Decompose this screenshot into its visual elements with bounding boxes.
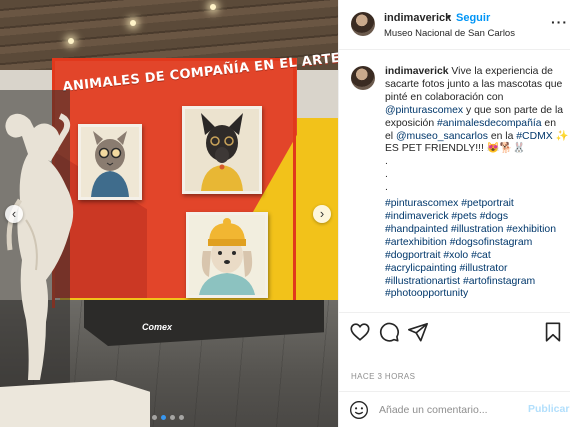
painting-dog-beanie [186,212,268,298]
marble-statue [5,113,74,380]
avatar[interactable] [351,12,375,36]
post-header: indimaverick • Seguir Museo Nacional de … [339,0,570,50]
carousel-next-button[interactable]: › [313,205,331,223]
carousel-dot [179,415,184,420]
sparkle-emoji: ✨ [552,130,569,142]
share-button[interactable] [407,321,429,343]
username-link[interactable]: indimaverick [384,12,451,24]
follow-button[interactable]: Seguir [456,12,490,24]
statue-pedestal [0,380,150,427]
ceiling-light [210,4,216,10]
comment-form: Publicar [339,391,570,427]
comment-button[interactable] [378,321,400,343]
ceiling-light [68,38,74,44]
chevron-right-icon: › [319,206,325,221]
more-options-icon[interactable]: ··· [551,14,568,30]
hashtag-line[interactable]: #pinturascomex #petportrait [385,198,567,211]
location-link[interactable]: Museo Nacional de San Carlos [384,28,515,39]
hashtag-line[interactable]: #indimaverick #pets #dogs [385,211,567,224]
post-photo[interactable]: ANIMALES DE COMPAÑÍA EN EL ARTE Comex ‹ … [0,0,338,427]
caption-line: pinté en colaboración con [385,91,504,103]
action-bar [339,312,570,348]
caption-area: indimaverick Vive la experiencia de saca… [339,58,570,308]
mention-link[interactable]: @museo_sancarlos [396,131,488,142]
heart-icon [350,323,370,341]
publish-button[interactable]: Publicar [528,403,569,415]
caption-username[interactable]: indimaverick [385,66,449,77]
carousel-dot-active [161,415,166,420]
caption-dot: . [385,156,388,168]
caption-line: ES PET FRIENDLY!!! 😻🐕🐰 [385,143,526,155]
caption-text-span: en [541,117,556,129]
caption-text-span: el [385,130,396,142]
painting-xolo [182,106,262,194]
sponsor-logo: Comex [142,322,173,332]
separator-dot: • [447,11,451,23]
caption-line: sacarte fotos junto a las mascotas que [385,78,563,90]
hashtag-link[interactable]: #animalesdecompañía [437,118,542,129]
carousel-dots [152,415,184,420]
share-icon [408,322,428,342]
hashtag-line[interactable]: #handpainted #illustration #exhibition [385,224,567,237]
hashtag-line[interactable]: #acrylicpainting #illustrator [385,263,567,276]
hashtag-line[interactable]: #photoopportunity [385,288,567,301]
comment-input[interactable] [379,402,519,418]
hashtag-line[interactable]: #artexhibition #dogsofinstagram [385,237,567,250]
chevron-left-icon: ‹ [11,206,17,221]
caption-text-span: Vive la experiencia de [448,66,553,77]
hashtag-line[interactable]: #dogportrait #xolo #cat [385,250,567,263]
caption-dot: . [385,182,388,194]
emoji-icon[interactable] [349,400,369,420]
caption-avatar[interactable] [351,66,375,90]
caption-line: indimaverick Vive la experiencia de [385,66,567,79]
caption-dot: . [385,169,388,181]
caption-text: indimaverick Vive la experiencia de saca… [385,66,569,301]
hashtag-link[interactable]: #CDMX [516,131,552,142]
caption-line: exposición #animalesdecompañía en [385,118,567,131]
caption-text-span: exposición [385,117,437,129]
post-side-panel: indimaverick • Seguir Museo Nacional de … [338,0,570,427]
frame-right [293,58,296,333]
caption-line: el @museo_sancarlos en la #CDMX ✨ [385,130,569,144]
carousel-dot [152,415,157,420]
caption-text-span: en la [487,130,517,142]
caption-text-span: y que son parte de la [463,104,564,116]
comment-icon [379,322,399,342]
carousel-prev-button[interactable]: ‹ [5,205,23,223]
ceiling-light [130,20,136,26]
hashtag-line[interactable]: #illustrationartist #artofinstagram [385,276,567,289]
mention-link[interactable]: @pinturascomex [385,105,463,116]
carousel-dot [170,415,175,420]
save-button[interactable] [542,321,564,343]
caption-line: @pinturascomex y que son parte de la [385,105,567,118]
like-button[interactable] [349,321,371,343]
post-timestamp[interactable]: HACE 3 HORAS [351,372,415,381]
bookmark-icon [545,322,561,342]
